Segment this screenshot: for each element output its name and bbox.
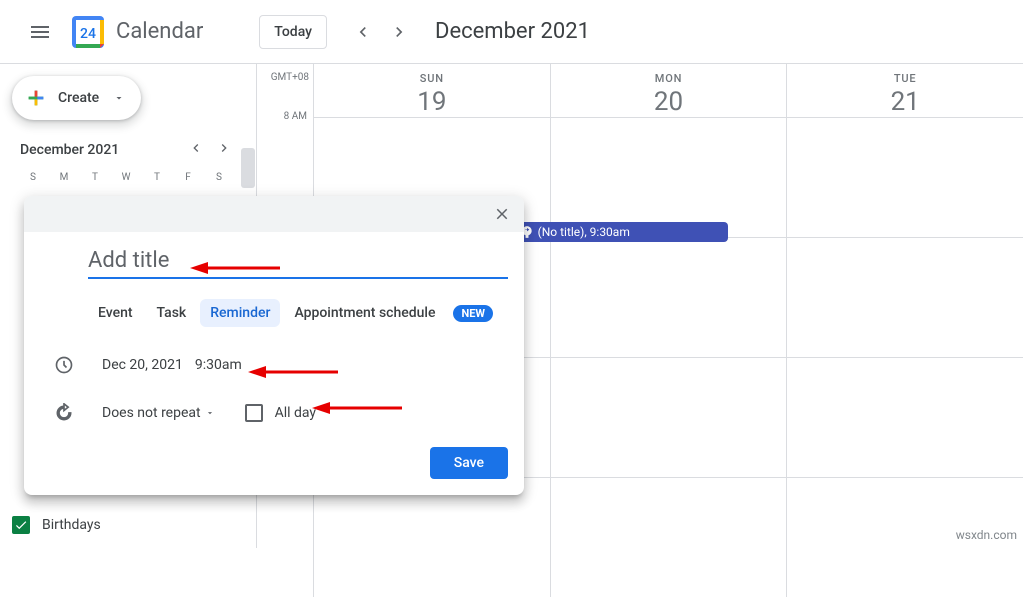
close-button[interactable] <box>488 200 516 228</box>
tab-appointment[interactable]: Appointment schedule <box>284 299 445 327</box>
create-label: Create <box>58 90 99 106</box>
checkbox-icon[interactable] <box>12 516 30 534</box>
tab-event[interactable]: Event <box>88 299 143 327</box>
editor-tabs: Event Task Reminder Appointment schedule… <box>88 299 508 327</box>
all-day-label: All day <box>275 405 316 421</box>
chevron-down-icon <box>113 92 125 104</box>
annotation-arrow-allday <box>312 400 402 416</box>
mini-day-labels: S M T W T F S <box>12 172 240 183</box>
app-logo[interactable]: 24 Calendar <box>68 12 203 52</box>
save-button[interactable]: Save <box>430 447 508 479</box>
create-button[interactable]: Create <box>12 76 141 120</box>
repeat-dropdown[interactable]: Does not repeat <box>102 405 215 421</box>
mini-next-button[interactable] <box>216 140 232 160</box>
slot-col-mon[interactable] <box>550 117 787 597</box>
tab-reminder[interactable]: Reminder <box>200 299 280 327</box>
app-header: 24 Calendar Today December 2021 <box>0 0 1023 64</box>
timezone-label: GMT+08 <box>257 64 313 117</box>
day-header-mon[interactable]: MON 20 <box>550 64 787 117</box>
repeat-row: Does not repeat All day <box>54 403 508 423</box>
svg-text:24: 24 <box>80 26 96 42</box>
date-field[interactable]: Dec 20, 2021 <box>102 357 183 373</box>
mini-month-label: December 2021 <box>20 142 119 158</box>
today-button[interactable]: Today <box>259 15 327 49</box>
tab-task[interactable]: Task <box>147 299 197 327</box>
calendar-item-label: Birthdays <box>42 517 101 533</box>
annotation-arrow-title <box>190 260 280 276</box>
hamburger-menu-icon[interactable] <box>16 8 64 56</box>
next-period-button[interactable] <box>383 16 415 48</box>
new-badge: NEW <box>453 305 493 322</box>
time-field[interactable]: 9:30am <box>195 357 242 373</box>
watermark: wsxdn.com <box>956 528 1017 542</box>
reminder-chip[interactable]: (No title), 9:30am <box>514 222 728 242</box>
mini-prev-button[interactable] <box>188 140 204 160</box>
day-header-tue[interactable]: TUE 21 <box>786 64 1023 117</box>
event-editor-popover: Event Task Reminder Appointment schedule… <box>24 196 524 495</box>
grid-header: GMT+08 SUN 19 MON 20 TUE 21 <box>257 64 1023 117</box>
chevron-down-icon <box>205 408 215 418</box>
calendar-logo-icon: 24 <box>68 12 108 52</box>
repeat-icon <box>54 403 74 423</box>
prev-period-button[interactable] <box>347 16 379 48</box>
reminder-chip-label: (No title), 9:30am <box>538 225 630 239</box>
title-input[interactable] <box>88 244 508 279</box>
current-period-label: December 2021 <box>435 19 590 44</box>
calendar-item-birthdays[interactable]: Birthdays <box>12 512 240 538</box>
all-day-checkbox[interactable] <box>245 404 263 422</box>
clock-icon <box>54 355 74 375</box>
my-calendars: Birthdays <box>12 512 240 538</box>
mini-calendar-header: December 2021 <box>12 140 240 160</box>
nav-arrows <box>347 16 415 48</box>
plus-icon <box>24 86 48 110</box>
scrollbar-thumb[interactable] <box>241 148 255 188</box>
app-name: Calendar <box>116 19 203 44</box>
day-header-sun[interactable]: SUN 19 <box>313 64 550 117</box>
annotation-arrow-time <box>248 364 338 380</box>
slot-col-tue[interactable] <box>786 117 1023 597</box>
